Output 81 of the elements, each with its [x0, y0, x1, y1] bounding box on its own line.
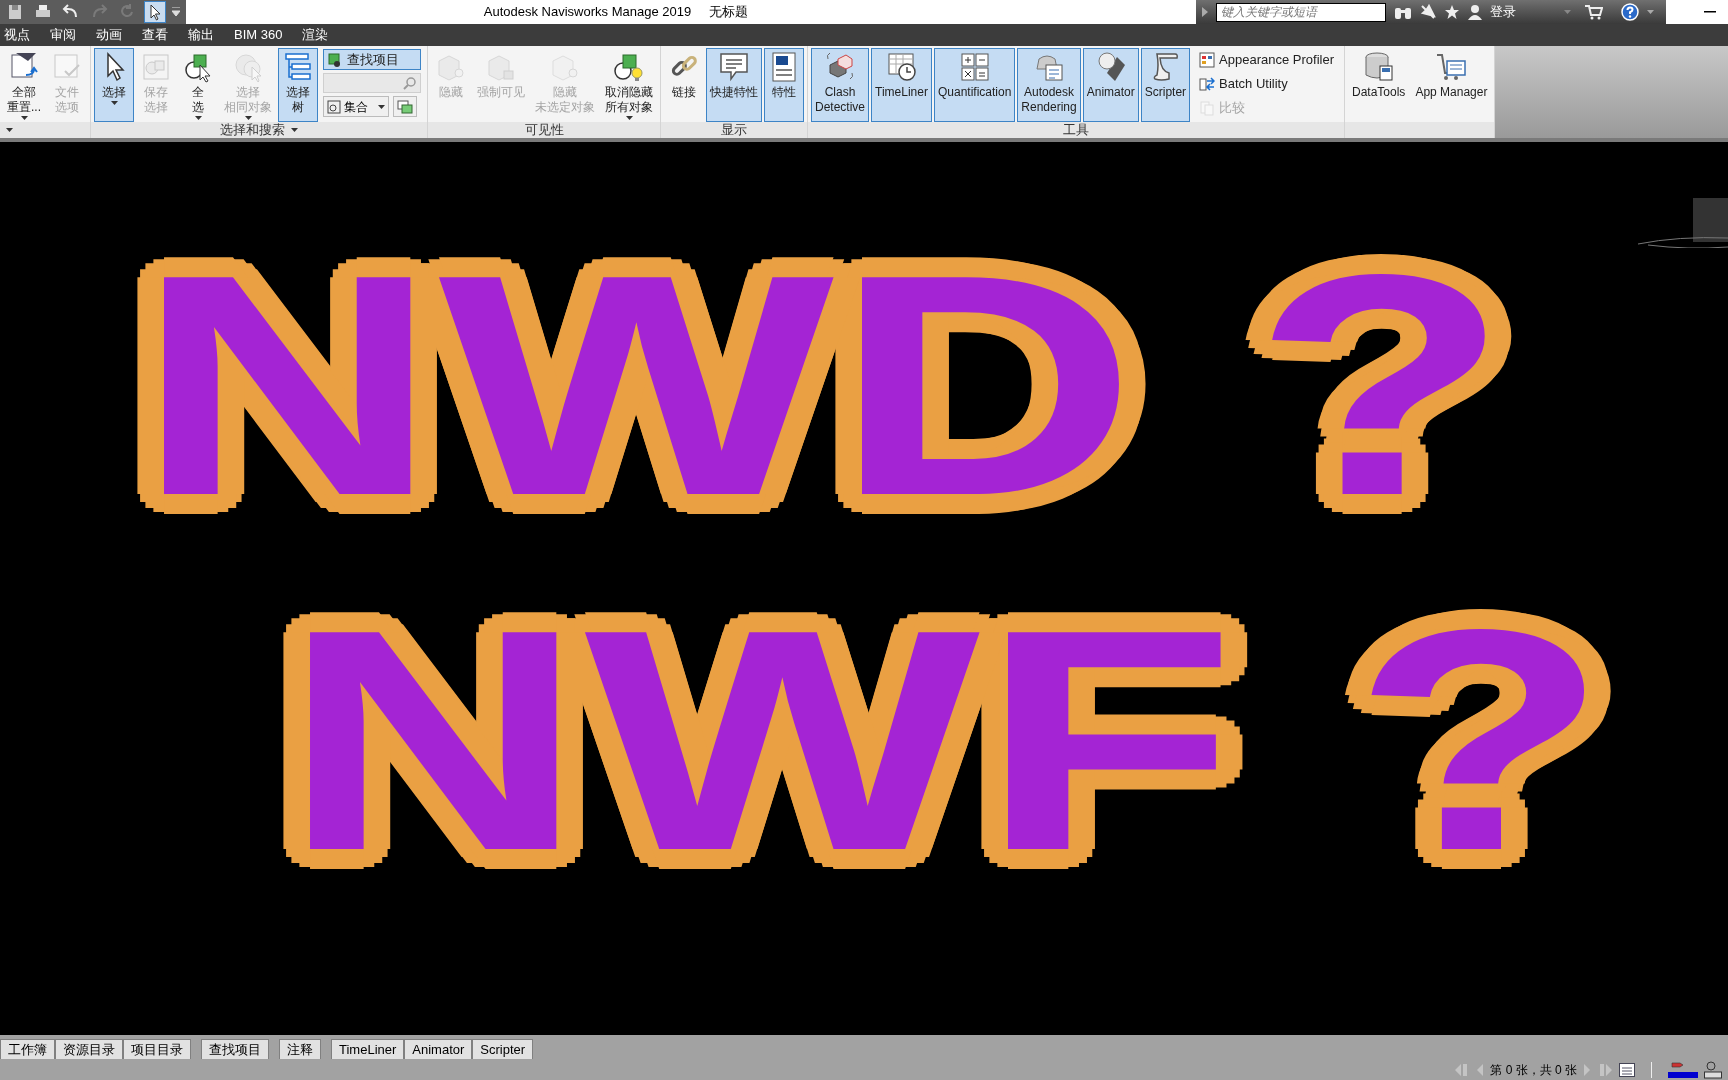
shapes-cursor-icon — [182, 51, 214, 83]
panel-title: 可见性 — [524, 121, 564, 139]
ribbon-button[interactable]: Quantification — [933, 48, 1016, 122]
caret-icon — [194, 116, 202, 120]
panel-tab[interactable]: 注释 — [279, 1039, 321, 1059]
ribbon-button[interactable]: 全部 重置... — [3, 48, 45, 122]
overlay-text: NWD ? — [136, 228, 1509, 543]
page-count: 第 0 张，共 0 张 — [1490, 1061, 1577, 1079]
windows-icon — [397, 98, 413, 115]
panel-tab[interactable]: 资源目录 — [55, 1039, 123, 1059]
caret-icon — [625, 116, 633, 120]
shapes-bulb-icon — [613, 51, 645, 83]
window-title: Autodesk Navisworks Manage 2019 — [483, 3, 692, 22]
user-icon[interactable] — [1468, 4, 1482, 20]
panel-title: 选择和搜索 — [220, 121, 285, 139]
ribbon-button[interactable]: App Manager — [1411, 48, 1492, 122]
caret-icon — [6, 128, 13, 132]
menu-tab[interactable]: BIM 360 — [224, 25, 293, 45]
cart-icon[interactable] — [1585, 4, 1603, 20]
minimize-icon[interactable] — [1704, 11, 1716, 13]
calendar-clock-icon — [885, 51, 918, 83]
menu-tab[interactable]: 审阅 — [40, 25, 86, 45]
caret-icon[interactable] — [1202, 7, 1208, 17]
ribbon-button[interactable]: Scripter — [1140, 48, 1191, 122]
search-icon — [403, 76, 417, 90]
set-dropdown[interactable]: 集合 — [323, 96, 389, 117]
menu-tab[interactable]: 查看 — [132, 25, 178, 45]
panel-title: 显示 — [721, 121, 747, 139]
panel-tab[interactable]: 项目目录 — [123, 1039, 191, 1059]
set-icon — [327, 99, 341, 114]
ribbon-button[interactable]: TimeLiner — [871, 48, 932, 122]
ribbon-button[interactable]: Autodesk Rendering — [1017, 48, 1081, 122]
panel-title: 工具 — [1063, 121, 1089, 139]
ribbon-button[interactable]: 查找项目 — [323, 49, 421, 70]
circles-cursor-icon — [232, 51, 264, 83]
calculator-icon — [958, 51, 991, 83]
star-icon[interactable] — [1444, 4, 1460, 20]
tool-button[interactable] — [393, 96, 417, 117]
ribbon-button[interactable]: 快捷特性 — [706, 48, 762, 122]
menu-tab[interactable]: 渲染 — [292, 25, 339, 45]
panel-tab[interactable]: 查找项目 — [201, 1039, 269, 1059]
ribbon-button[interactable]: DataTools — [1348, 48, 1410, 122]
menu-tab[interactable]: 输出 — [178, 25, 224, 45]
database-icon — [1362, 51, 1395, 83]
caret-icon — [110, 101, 118, 105]
caret-icon — [291, 128, 298, 132]
palette-icon — [1199, 51, 1216, 68]
list-icon[interactable] — [1619, 1062, 1635, 1077]
panel-tab[interactable]: Scripter — [472, 1039, 534, 1059]
ribbon-button[interactable]: Clash Detective — [811, 48, 870, 122]
overlay-text: NWF ? — [282, 583, 1609, 898]
help-icon[interactable] — [1621, 3, 1639, 21]
pencil-meter-icon — [1668, 1060, 1698, 1079]
panel-tab[interactable]: TimeLiner — [331, 1039, 405, 1059]
ribbon-button[interactable]: Animator — [1082, 48, 1139, 122]
swap-icon — [1199, 75, 1216, 92]
caret-icon — [244, 116, 252, 120]
ribbon-button[interactable]: 特性 — [764, 48, 804, 122]
search-field[interactable]: 键入关键字或短语 — [1216, 2, 1386, 22]
ribbon-button[interactable]: 全 选 — [178, 48, 218, 122]
save-icon — [6, 3, 24, 21]
caret-icon — [378, 104, 385, 109]
toolbar-button[interactable] — [144, 1, 166, 23]
ribbon-button[interactable]: 选择 树 — [278, 48, 318, 122]
document-title: 无标题 — [709, 3, 749, 22]
memory-meter-icon — [1704, 1060, 1722, 1079]
menu-tab[interactable]: 视点 — [0, 25, 40, 45]
login-link[interactable]: 登录 — [1490, 2, 1516, 22]
panel-tab[interactable]: Animator — [404, 1039, 473, 1059]
caret-icon[interactable] — [1647, 10, 1654, 14]
speech-bubble-icon — [718, 51, 750, 83]
ribbon-button[interactable]: 取消隐藏 所有对象 — [601, 48, 657, 122]
ribbon-button[interactable]: Appearance Profiler — [1195, 49, 1338, 70]
ribbon-button[interactable]: Batch Utility — [1195, 73, 1338, 94]
cart-window-icon — [1435, 51, 1468, 83]
tree-icon — [282, 51, 314, 83]
panel-tab[interactable]: 工作簿 — [0, 1039, 55, 1059]
caret-icon[interactable] — [172, 7, 180, 17]
menu-tab[interactable]: 动画 — [86, 25, 132, 45]
ribbon-button[interactable]: 链接 — [664, 48, 704, 122]
ribbon-button[interactable]: 选择 — [94, 48, 134, 122]
